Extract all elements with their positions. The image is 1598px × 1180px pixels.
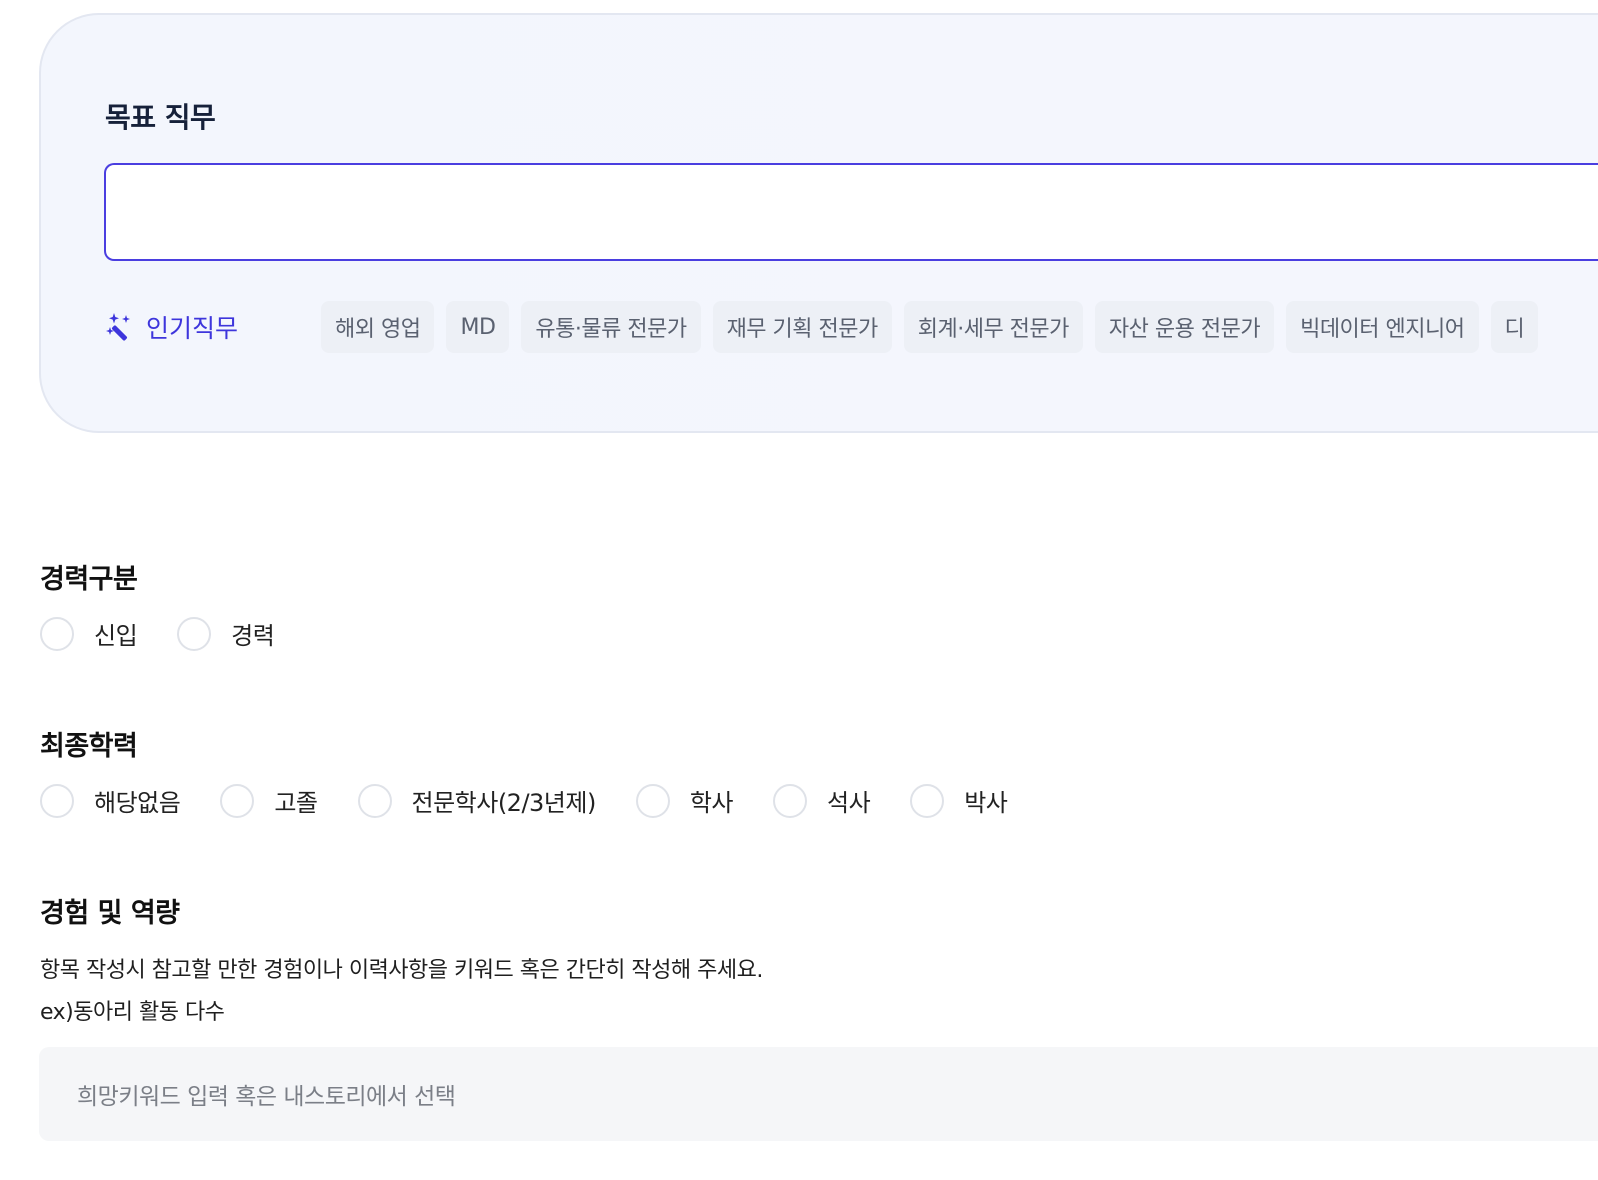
job-chip-accounting-tax[interactable]: 회계·세무 전문가 xyxy=(903,301,1083,353)
radio-option[interactable]: 학사 xyxy=(635,783,734,818)
experience-description: 항목 작성시 참고할 만한 경험이나 이력사항을 키워드 혹은 간단히 작성해 … xyxy=(40,950,763,1034)
radio-label: 해당없음 xyxy=(94,789,181,817)
radio-label: 석사 xyxy=(827,789,871,817)
radio-circle[interactable] xyxy=(773,783,808,818)
job-chip-bigdata-engineer[interactable]: 빅데이터 엔지니어 xyxy=(1286,301,1479,353)
popular-jobs-text: 인기직무 xyxy=(146,314,239,343)
career-profile-form: 목표 직무 인기직무 해외 영업 MD 유통·물류 전문가 재무 기획 전문가 … xyxy=(0,0,1598,1180)
keyword-input[interactable]: 희망키워드 입력 혹은 내스토리에서 선택 xyxy=(39,1047,1598,1141)
experience-title: 경험 및 역량 xyxy=(40,898,180,929)
career-type-title: 경력구분 xyxy=(40,564,138,595)
popular-jobs-label: 인기직무 xyxy=(106,307,238,347)
description-example: ex)동아리 활동 다수 xyxy=(40,1000,225,1025)
radio-circle[interactable] xyxy=(40,783,74,818)
target-job-input[interactable] xyxy=(104,163,1598,261)
job-chip-financial-planning[interactable]: 재무 기획 전문가 xyxy=(712,301,892,353)
radio-option[interactable]: 전문학사(2/3년제) xyxy=(357,783,597,818)
magic-wand-icon xyxy=(106,312,136,342)
radio-option[interactable]: 박사 xyxy=(910,783,1008,818)
radio-option[interactable]: 신입 xyxy=(40,616,138,651)
education-title: 최종학력 xyxy=(40,731,138,762)
radio-label: 전문학사(2/3년제) xyxy=(411,789,597,817)
popular-job-chips: 해외 영업 MD 유통·물류 전문가 재무 기획 전문가 회계·세무 전문가 자… xyxy=(321,301,1539,353)
target-job-title: 목표 직무 xyxy=(105,101,216,134)
radio-circle[interactable] xyxy=(910,783,945,818)
radio-label: 경력 xyxy=(231,622,275,650)
keyword-placeholder: 희망키워드 입력 혹은 내스토리에서 선택 xyxy=(77,1084,456,1110)
radio-circle[interactable] xyxy=(40,616,74,651)
description-line: 항목 작성시 참고할 만한 경험이나 이력사항을 키워드 혹은 간단히 작성해 … xyxy=(40,958,763,983)
education-options: 해당없음 고졸 전문학사(2/3년제) 학사 석사 박사 xyxy=(40,783,1008,818)
job-chip-md[interactable]: MD xyxy=(446,301,510,353)
career-type-options: 신입 경력 xyxy=(40,616,275,651)
radio-circle[interactable] xyxy=(635,783,670,818)
radio-option[interactable]: 해당없음 xyxy=(40,783,181,818)
radio-circle[interactable] xyxy=(177,616,212,651)
job-chip-overseas-sales[interactable]: 해외 영업 xyxy=(321,301,435,353)
radio-option[interactable]: 경력 xyxy=(177,616,275,651)
radio-circle[interactable] xyxy=(220,783,255,818)
radio-label: 박사 xyxy=(964,789,1008,817)
radio-option[interactable]: 석사 xyxy=(773,783,871,818)
radio-circle[interactable] xyxy=(357,783,392,818)
radio-label: 학사 xyxy=(689,789,734,817)
job-chip-partial[interactable]: 디 xyxy=(1490,301,1539,353)
radio-label: 신입 xyxy=(94,622,138,650)
job-chip-asset-management[interactable]: 자산 운용 전문가 xyxy=(1094,301,1275,353)
job-chip-logistics[interactable]: 유통·물류 전문가 xyxy=(521,301,701,353)
radio-label: 고졸 xyxy=(274,789,318,817)
radio-option[interactable]: 고졸 xyxy=(220,783,318,818)
